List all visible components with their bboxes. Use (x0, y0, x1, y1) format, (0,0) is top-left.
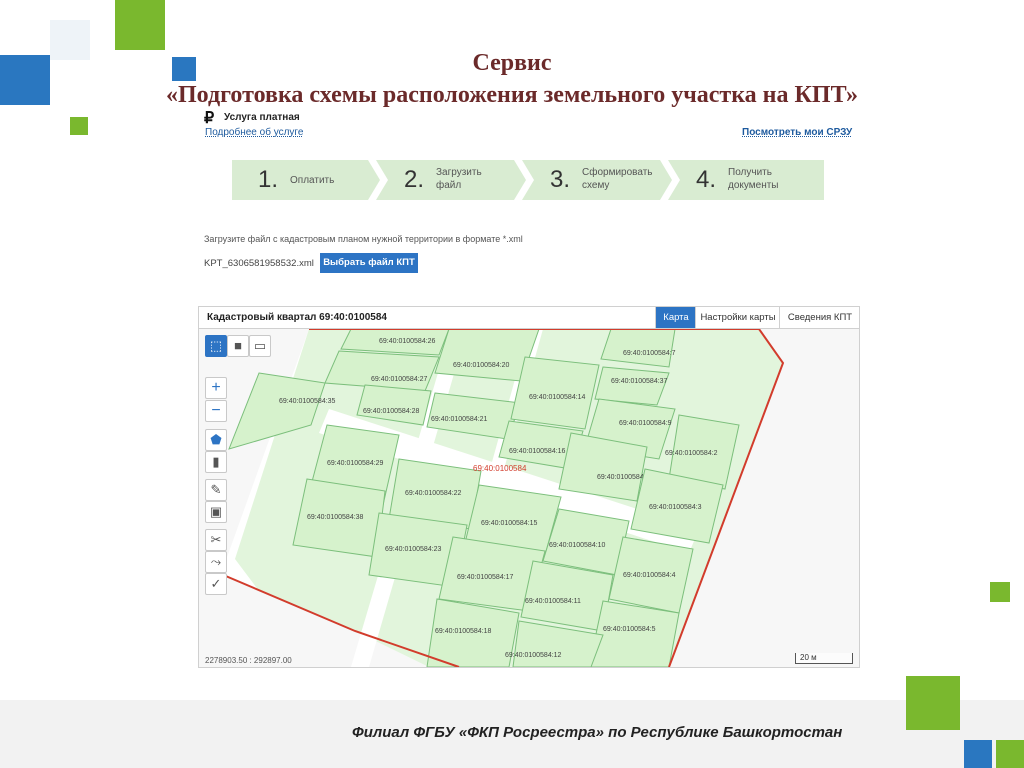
parcel-label: 69:40:0100584:16 (509, 448, 566, 455)
my-srzu-link[interactable]: Посмотреть мои СРЗУ (742, 127, 852, 138)
edit-icon[interactable]: ✎ (205, 479, 227, 501)
map-header: Кадастровый квартал 69:40:0100584 Карта … (198, 306, 860, 329)
map-canvas[interactable]: 69:40:0100584:26 69:40:0100584:20 69:40:01… (198, 328, 860, 668)
step-label: Оплатить (290, 175, 335, 186)
uploaded-filename: KPT_6306581958532.xml (204, 258, 314, 269)
slide-title-line2: «Подготовка схемы расположения земельног… (166, 82, 858, 108)
step-label: Загрузить файл (436, 167, 482, 191)
parcel-label: 69:40:0100584:35 (279, 398, 336, 405)
zoom-out-icon[interactable]: − (205, 400, 227, 422)
tab-map-settings[interactable]: Настройки карты (695, 307, 780, 329)
map-scale: 20 м (795, 653, 853, 664)
step-label: Сформировать схему (582, 167, 653, 191)
cut-icon[interactable]: ✂ (205, 529, 227, 551)
cadastral-map[interactable]: 69:40:0100584:26 69:40:0100584:20 69:40:01… (199, 329, 859, 667)
deco-square (70, 117, 88, 135)
ruble-icon: ₽ (204, 110, 215, 127)
deco-square (990, 582, 1010, 602)
parcel-label: 69:40:0100584:11 (525, 598, 581, 605)
tab-kpt-info[interactable]: Сведения КПТ (779, 307, 860, 329)
deco-square (906, 676, 960, 730)
cadastral-quarter-title: Кадастровый квартал 69:40:0100584 (207, 312, 387, 323)
parcel-label: 69:40:0100584:28 (363, 408, 420, 415)
parcel-label: 69:40:0100584:29 (327, 460, 384, 467)
draw-polygon-icon[interactable]: ⬟ (205, 429, 227, 451)
parcel-label: 69:40:0100584:8 (597, 474, 650, 481)
step-get-docs[interactable]: 4. Получить документы (670, 160, 820, 200)
paid-label: Услуга платная (224, 112, 300, 123)
tab-map[interactable]: Карта (655, 307, 696, 329)
fill-icon[interactable]: ■ (227, 335, 249, 357)
parcel[interactable] (588, 600, 680, 667)
parcel-label: 69:40:0100584:23 (385, 546, 442, 553)
parcel-label: 69:40:0100584:7 (623, 350, 676, 357)
upload-instruction: Загрузите файл с кадастровым планом нужн… (204, 234, 523, 244)
parcel-label: 69:40:0100584:27 (371, 376, 428, 383)
parcel-label: 69:40:0100584:21 (431, 416, 488, 423)
step-number: 4. (696, 166, 717, 193)
choose-kpt-file-button[interactable]: Выбрать файл КПТ (320, 253, 418, 273)
deco-square (964, 740, 992, 768)
step-generate[interactable]: 3. Сформировать схему (524, 160, 664, 200)
parcel-label: 69:40:0100584:4 (623, 572, 676, 579)
parcel-label: 69:40:0100584:22 (405, 490, 462, 497)
deco-square (115, 0, 165, 50)
parcel-label: 69:40:0100584:3 (649, 504, 702, 511)
quarter-center-label: 69:40:0100584 (473, 464, 527, 473)
deco-square (996, 740, 1024, 768)
parcel[interactable] (594, 366, 670, 406)
layers-icon[interactable]: ▭ (249, 335, 271, 357)
parcel-label: 69:40:0100584:14 (529, 394, 586, 401)
steps-bar: 1. Оплатить 2. Загрузить файл 3. Сформир… (232, 160, 824, 200)
delete-icon[interactable]: ▮ (205, 451, 227, 473)
confirm-icon[interactable]: ✓ (205, 573, 227, 595)
parcel-label: 69:40:0100584:2 (665, 450, 718, 457)
parcel-label: 69:40:0100584:10 (549, 542, 606, 549)
cursor-coordinates: 2278903.50 : 292897.00 (205, 656, 292, 665)
parcel-label: 69:40:0100584:18 (435, 628, 492, 635)
parcel-label: 69:40:0100584:12 (505, 652, 562, 659)
step-pay[interactable]: 1. Оплатить (232, 160, 372, 200)
step-number: 1. (258, 166, 279, 193)
step-number: 3. (550, 166, 571, 193)
step-number: 2. (404, 166, 425, 193)
save-icon[interactable]: ▣ (205, 501, 227, 523)
footer-organization: Филиал ФГБУ «ФКП Росреестра» по Республи… (352, 724, 843, 741)
parcel-label: 69:40:0100584:38 (307, 514, 364, 521)
parcel-label: 69:40:0100584:20 (453, 362, 510, 369)
step-upload[interactable]: 2. Загрузить файл (378, 160, 518, 200)
more-about-service-link[interactable]: Подробнее об услуге (205, 127, 303, 138)
parcel-label: 69:40:0100584:17 (457, 574, 514, 581)
parcel-label: 69:40:0100584:5 (603, 626, 656, 633)
parcel-label: 69:40:0100584:26 (379, 338, 436, 345)
step-label: Получить документы (728, 167, 779, 191)
slide-title-line1: Сервис (472, 50, 552, 76)
select-polygon-icon[interactable]: ⬚ (205, 335, 227, 357)
parcel[interactable] (510, 356, 600, 430)
parcel-label: 69:40:0100584:15 (481, 520, 538, 527)
parcel-label: 69:40:0100584:37 (611, 378, 668, 385)
split-icon[interactable]: ⤳ (205, 551, 227, 573)
parcel-label: 69:40:0100584:9 (619, 420, 672, 427)
zoom-in-icon[interactable]: + (205, 377, 227, 399)
